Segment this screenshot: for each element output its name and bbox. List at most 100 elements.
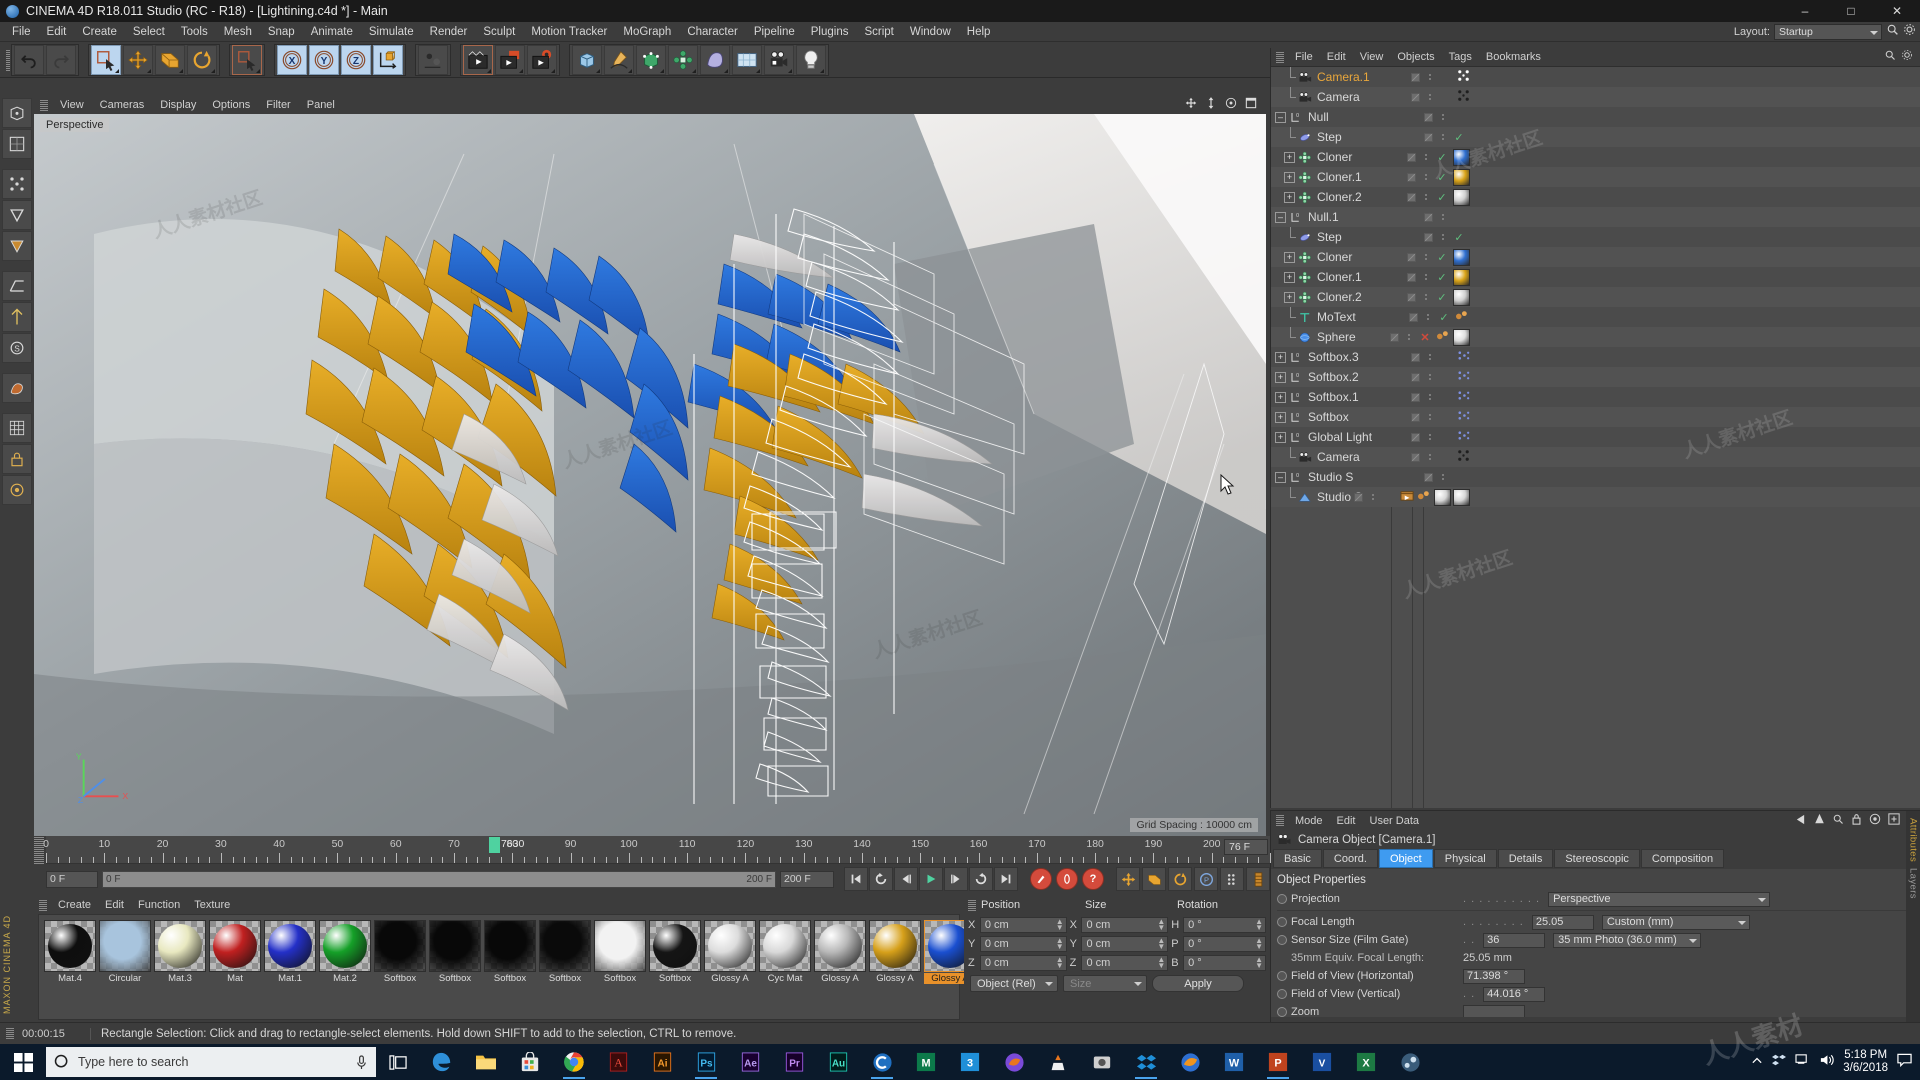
expander-plus-icon[interactable]: + xyxy=(1275,431,1286,443)
menu-item-simulate[interactable]: Simulate xyxy=(361,24,422,40)
size-x-field[interactable]: 0 cm ▲ ▼ xyxy=(1081,916,1169,933)
menu-item-create[interactable]: Create xyxy=(74,24,125,40)
fov-h-field[interactable]: 71.398 ° xyxy=(1463,968,1525,984)
dolly-icon[interactable] xyxy=(1204,96,1218,115)
material-chip[interactable]: Softbox xyxy=(374,920,426,984)
object-row[interactable]: Camera xyxy=(1271,447,1920,467)
powerpoint-icon[interactable]: P xyxy=(1256,1044,1300,1080)
visibility-dots-icon[interactable] xyxy=(1429,74,1431,80)
state-blank[interactable] xyxy=(1452,210,1466,224)
live-selection-icon[interactable] xyxy=(91,44,121,75)
minimize-button[interactable]: – xyxy=(1782,0,1828,22)
menu-item-sculpt[interactable]: Sculpt xyxy=(475,24,523,40)
visibility-dots-icon[interactable] xyxy=(1442,134,1444,140)
expander-plus-icon[interactable]: + xyxy=(1275,351,1286,363)
visibility-toggle-icon[interactable] xyxy=(1411,452,1420,462)
material-thumbnail[interactable] xyxy=(429,920,481,972)
object-row[interactable]: – 0 Null xyxy=(1271,107,1920,127)
vegas-icon[interactable]: V xyxy=(1300,1044,1344,1080)
visibility-toggle-icon[interactable] xyxy=(1424,212,1433,222)
visibility-dots-icon[interactable] xyxy=(1408,334,1410,340)
playhead[interactable] xyxy=(488,837,500,853)
expander-minus-icon[interactable]: – xyxy=(1275,471,1286,483)
coord-mode-dropdown[interactable]: Object (Rel) xyxy=(970,975,1058,992)
texture-mode-icon[interactable] xyxy=(2,129,32,159)
material-tag[interactable] xyxy=(1453,168,1470,186)
mat-menu-edit[interactable]: Edit xyxy=(98,898,131,912)
status-grip[interactable] xyxy=(6,1028,14,1039)
object-row[interactable]: Step ✓ xyxy=(1271,227,1920,247)
object-row[interactable]: + Cloner.2 ✓ xyxy=(1271,287,1920,307)
mograph-array-icon[interactable] xyxy=(668,44,698,75)
visibility-toggle-icon[interactable] xyxy=(1411,372,1420,382)
search-input[interactable]: Type here to search xyxy=(46,1047,376,1077)
visibility-toggle-icon[interactable] xyxy=(1411,392,1420,402)
material-list[interactable]: Mat.4 Circular Mat.3 Mat Mat.1 Mat.2 Softbox So… xyxy=(38,914,976,1020)
menu-item-plugins[interactable]: Plugins xyxy=(803,24,857,40)
material-chip[interactable]: Glossy A xyxy=(869,920,921,984)
material-tag[interactable] xyxy=(1434,488,1451,506)
rotation-h-field[interactable]: 0 ° ▲ ▼ xyxy=(1183,916,1266,933)
mograph-tag-icon[interactable] xyxy=(1455,309,1470,325)
om-menu-file[interactable]: File xyxy=(1288,50,1320,64)
enable-snap-icon[interactable]: S xyxy=(2,333,32,363)
attr-menu-user-data[interactable]: User Data xyxy=(1363,814,1427,828)
edges-mode-icon[interactable] xyxy=(2,200,32,230)
focal-length-field[interactable]: 25.05 xyxy=(1531,914,1594,930)
visibility-dots-icon[interactable] xyxy=(1429,394,1431,400)
material-thumbnail[interactable] xyxy=(484,920,536,972)
visibility-toggle-icon[interactable] xyxy=(1407,172,1416,182)
record-keyframe-icon[interactable] xyxy=(1030,868,1052,890)
add-icon[interactable] xyxy=(1888,812,1900,830)
attr-tab-basic[interactable]: Basic xyxy=(1273,849,1322,868)
object-row[interactable]: +0 Softbox.1 xyxy=(1271,387,1920,407)
visibility-dots-icon[interactable] xyxy=(1372,494,1374,500)
material-grip[interactable] xyxy=(39,899,47,911)
render-region-icon[interactable] xyxy=(495,44,525,75)
projection-radio-icon[interactable] xyxy=(1277,894,1287,904)
steam-icon[interactable] xyxy=(1388,1044,1432,1080)
layout-search-icon[interactable] xyxy=(1886,23,1899,41)
expander-minus-icon[interactable]: – xyxy=(1275,111,1286,123)
render-settings-icon[interactable] xyxy=(527,44,557,75)
object-row[interactable]: +0 Softbox.2 xyxy=(1271,367,1920,387)
object-row[interactable]: Camera xyxy=(1271,87,1920,107)
coordinate-system-icon[interactable] xyxy=(418,44,448,75)
material-tag[interactable] xyxy=(1453,188,1470,206)
enabled-check-icon[interactable]: ✓ xyxy=(1435,251,1449,264)
microphone-icon[interactable] xyxy=(355,1054,368,1070)
state-blank[interactable] xyxy=(1452,110,1466,124)
xpresso-tag-icon[interactable] xyxy=(1457,409,1470,425)
up-arrow-icon[interactable] xyxy=(1814,812,1825,830)
edge-icon[interactable] xyxy=(420,1044,464,1080)
viewport-grip[interactable] xyxy=(40,99,48,111)
object-manager-grip[interactable] xyxy=(1276,51,1284,63)
viewport-menu-display[interactable]: Display xyxy=(152,98,204,112)
visibility-dots-icon[interactable] xyxy=(1427,314,1429,320)
taskbar-clock[interactable]: 5:18 PM 3/6/2018 xyxy=(1843,1049,1888,1075)
visibility-toggle-icon[interactable] xyxy=(1411,412,1420,422)
visibility-dots-icon[interactable] xyxy=(1429,94,1431,100)
object-row[interactable]: Studio S xyxy=(1271,487,1920,507)
time-range-slider[interactable]: 0 F 200 F xyxy=(102,870,776,888)
attr-tab-object[interactable]: Object xyxy=(1378,849,1433,868)
render-tag-icon[interactable] xyxy=(1400,489,1415,505)
material-thumbnail[interactable] xyxy=(154,920,206,972)
frame-indicator-field[interactable]: 76 F xyxy=(1224,839,1268,855)
layout-dropdown[interactable]: Startup xyxy=(1774,24,1882,40)
world-object-axis-icon[interactable] xyxy=(373,44,403,75)
material-thumbnail[interactable] xyxy=(539,920,591,972)
object-row[interactable]: + Cloner ✓ xyxy=(1271,247,1920,267)
size-y-field[interactable]: 0 cm ▲ ▼ xyxy=(1081,935,1169,952)
attr-tab-stereoscopic[interactable]: Stereoscopic xyxy=(1554,849,1640,868)
material-chip[interactable]: Circular xyxy=(99,920,151,984)
axis-x-icon[interactable]: X xyxy=(277,44,307,75)
object-row[interactable]: + Cloner.1 ✓ xyxy=(1271,167,1920,187)
photoshop-icon[interactable]: Ps xyxy=(684,1044,728,1080)
state-blank[interactable] xyxy=(1439,90,1453,104)
enabled-check-icon[interactable]: ✓ xyxy=(1435,151,1449,164)
expander-plus-icon[interactable]: + xyxy=(1275,371,1286,383)
workplane-icon[interactable] xyxy=(2,271,32,301)
visibility-toggle-icon[interactable] xyxy=(1407,292,1416,302)
state-blank[interactable] xyxy=(1382,490,1396,504)
